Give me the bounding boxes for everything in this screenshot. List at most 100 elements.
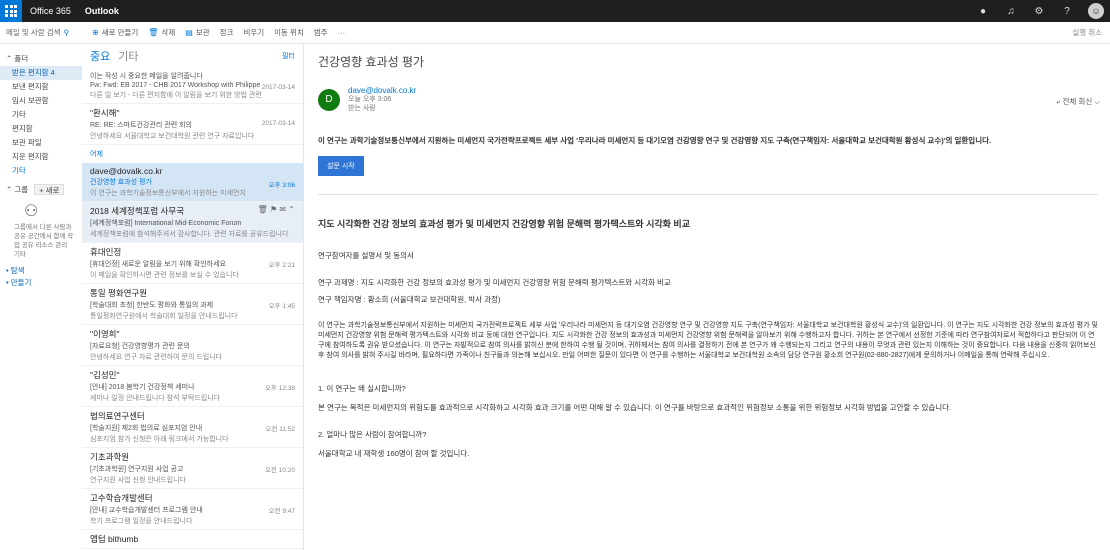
folder-deleted[interactable]: 지운 편지함 (0, 150, 82, 164)
time: 오전 11:52 (265, 426, 295, 433)
categories-label: 범주 (313, 28, 328, 37)
message-subject: 건강영향 효과성 평가 (318, 55, 425, 69)
folder-mailbox[interactable]: 편지함 (0, 122, 82, 136)
undo-button[interactable]: 실행 취소 (1072, 27, 1102, 38)
reading-pane: 건강영향 효과성 평가 D dave@dovalk.co.kr 오늘 오후 3:… (305, 44, 1110, 550)
list-item[interactable]: 법의료연구센터 [학술지원] 제2회 법의료 심포지엄 안내 심포지엄 참가 신… (82, 407, 303, 448)
reply-all-label: 전체 회신 (1062, 97, 1093, 106)
recipients[interactable]: 받는 사람 (348, 104, 416, 113)
create-group-link[interactable]: • 만들기 (6, 277, 82, 289)
study-title-line: 연구 과제명 : 지도 시각화한 건강 정보의 효과성 평가 및 미세먼지 건강… (318, 278, 671, 287)
list-item[interactable]: 2018 세계정책포럼 사무국 [세계정책포럼] International M… (82, 202, 303, 243)
delete-button[interactable]: 🗑 삭제 (148, 27, 175, 38)
sent-time: 오늘 오후 3:06 (348, 96, 392, 103)
time: 2017-03-14 (261, 120, 295, 127)
search-icon[interactable]: ⚲ (64, 28, 70, 37)
preview: 안녕하세요 서울대학교 보건대학원 관련 연구 자료입니다 (90, 133, 255, 140)
app-name[interactable]: Outlook (85, 6, 119, 16)
gear-icon[interactable]: ⚙ (1032, 6, 1046, 17)
start-survey-button[interactable]: 설문 시작 (318, 156, 364, 176)
brand-label[interactable]: Office 365 (30, 6, 71, 16)
archive-button[interactable]: ▤ 보관 (185, 27, 209, 38)
discover-groups-link[interactable]: • 탐색 (6, 265, 82, 277)
list-item[interactable]: "이영희" [자료요청] 건강영향평가 관련 문의 안녕하세요 연구 자료 관련… (82, 325, 303, 366)
reply-all-button[interactable]: ⤶ 전체 회신 ⌵ (1056, 96, 1100, 107)
folder-inbox[interactable]: 받은 편지함 4 (0, 66, 82, 80)
folder-list: 받은 편지함 4 보낸 편지함 임시 보관함 기타 편지함 보관 파일 지운 편… (0, 66, 82, 178)
list-item[interactable]: "김성민" [안내] 2018 봄학기 건강정책 세미나 세미나 일정 안내드립… (82, 366, 303, 407)
list-item[interactable]: 고수학습개발센터 [안내] 교수학습개발센터 프로그램 안내 학기 프로그램 일… (82, 489, 303, 530)
preview: 세미나 일정 안내드립니다 참석 부탁드립니다 (90, 395, 221, 402)
time: 오후 1:45 (268, 303, 295, 310)
new-button[interactable]: ⊕ 새로 만들기 (92, 27, 138, 38)
sender: 이는 작성 시 중요한 메일을 알려줍니다 (90, 73, 203, 80)
preview: 학기 프로그램 일정을 안내드립니다 (90, 518, 193, 525)
list-item[interactable]: 이는 작성 시 중요한 메일을 알려줍니다 Fw: Fwd: EB 2017 -… (82, 68, 303, 104)
folders-header[interactable]: ⌃ 폴더 (6, 52, 82, 66)
tab-other[interactable]: 기타 (118, 48, 138, 64)
preview: 심포지엄 참가 신청은 아래 링크에서 가능합니다 (90, 436, 229, 443)
tab-focused[interactable]: 중요 (90, 48, 110, 64)
sender: 법의료연구센터 (90, 411, 145, 421)
list-item[interactable]: 휴대인정 [휴대인정] 새로운 알림을 보기 위해 확인하세요 이 메일을 확인… (82, 243, 303, 284)
sender: "환시해" (90, 108, 120, 118)
archive-icon: ▤ (185, 28, 193, 37)
sender: 휴대인정 (90, 247, 122, 257)
subject: [세계정책포럼] International Mid-Economic Foru… (90, 220, 242, 227)
junk-button[interactable]: 정크 (220, 27, 234, 38)
list-item[interactable]: 기초과학원 [기초과학원] 연구지원 사업 공고 연구지원 사업 신청 안내드립… (82, 448, 303, 489)
command-bar: 메일 및 사람 검색 ⚲ ⊕ 새로 만들기 🗑 삭제 ▤ 보관 정크 비우기 이동 위… (0, 22, 1110, 44)
sender: 앱텀 bithumb (90, 534, 139, 544)
more-button[interactable]: ··· (338, 28, 346, 37)
intro-paragraph: 이 연구는 과학기술정보통신부에서 지원하는 미세먼지 국가전략프로젝트 세부 … (318, 136, 992, 145)
folder-sent[interactable]: 보낸 편지함 (0, 80, 82, 94)
row-actions[interactable]: 🗑 ⚑ ✉ ⌃ (258, 205, 295, 214)
bell-icon[interactable]: ♫ (1004, 6, 1018, 17)
app-launcher-icon[interactable] (0, 0, 22, 22)
sender: 기초과학원 (90, 452, 130, 462)
sender-avatar[interactable]: D (318, 88, 340, 111)
archive-label: 보관 (195, 28, 210, 37)
sweep-button[interactable]: 비우기 (243, 27, 264, 38)
answer-1: 본 연구는 목적은 미세먼지의 위험도를 효과적으로 시각화하고 시각화 효과 … (318, 403, 952, 412)
section-heading: 지도 시각화한 건강 정보의 효과성 평가 및 미세먼지 건강영향 위험 문해력… (318, 219, 690, 229)
more-label: ··· (337, 28, 346, 37)
avatar[interactable]: ☺ (1088, 3, 1104, 19)
categories-button[interactable]: 범주 (314, 27, 328, 38)
consent-title: 연구참여자를 설명서 및 동의서 (318, 251, 414, 260)
new-label: 새로 만들기 (101, 28, 139, 37)
folder-drafts[interactable]: 임시 보관함 (0, 94, 82, 108)
preview: 이 연구는 과학기술정보통신부에서 지원하는 미세먼지 (90, 190, 246, 197)
time: 오후 2:21 (268, 262, 295, 269)
folder-more[interactable]: 기타 (0, 164, 82, 178)
list-item[interactable]: 앱텀 bithumb (82, 530, 303, 549)
new-group-button[interactable]: + 새로 (34, 184, 65, 195)
preview: 세계정책포럼에 참석해주셔서 감사합니다. 관련 자료를 공유드립니다 (90, 231, 289, 238)
groups-icon: ⚇ (24, 203, 39, 220)
trash-icon: 🗑 (148, 28, 159, 37)
subject: 건강영향 효과성 평가 (90, 179, 152, 186)
sender: 통일 평화연구원 (90, 288, 148, 298)
list-item[interactable]: "환시해" RE: RE: 스마트건강관리 관련 회의 안녕하세요 서울대학교 … (82, 104, 303, 145)
help-icon[interactable]: ? (1060, 6, 1074, 17)
subject: [안내] 교수학습개발센터 프로그램 안내 (90, 507, 203, 514)
move-button[interactable]: 이동 위치 (274, 27, 304, 38)
folder-pane: ⌃ 폴더 받은 편지함 4 보낸 편지함 임시 보관함 기타 편지함 보관 파일… (0, 44, 82, 550)
folder-other[interactable]: 기타 (0, 108, 82, 122)
sweep-label: 비우기 (243, 28, 265, 37)
list-item[interactable]: 통일 평화연구원 [학술대회 초청] 한반도 평화와 통일의 과제 통일평화연구… (82, 284, 303, 325)
list-item-selected[interactable]: dave@dovalk.co.kr 건강영향 효과성 평가 이 연구는 과학기술… (82, 163, 303, 202)
sender-email[interactable]: dave@dovalk.co.kr (348, 86, 416, 95)
time: 오후 3:06 (268, 182, 295, 189)
sender: "김성민" (90, 370, 120, 380)
filter-button[interactable]: 필터 (282, 51, 295, 61)
time: 오전 10:20 (264, 467, 295, 474)
preview: 통일평화연구원에서 학술대회 일정을 안내드립니다 (90, 313, 238, 320)
message-list: 중요 기타 필터 이는 작성 시 중요한 메일을 알려줍니다 Fw: Fwd: … (82, 44, 304, 550)
groups-header[interactable]: ⌃ 그룹 (6, 184, 28, 195)
skype-icon[interactable]: ● (976, 6, 990, 17)
groups-description: 그룹에서 다른 사람과 공유 공간에서 함께 작업 공유 리소스 관리 기타 (14, 224, 74, 258)
preview: 이 메일을 확인하시면 관련 정보를 보실 수 있습니다 (90, 272, 239, 279)
folder-archive[interactable]: 보관 파일 (0, 136, 82, 150)
search-input[interactable]: 메일 및 사람 검색 ⚲ (0, 27, 82, 38)
